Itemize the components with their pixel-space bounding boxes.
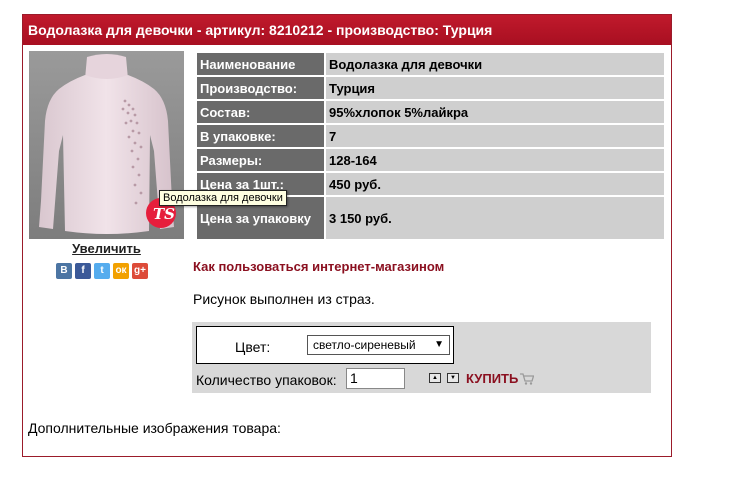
buy-button[interactable]: КУПИТЬ <box>466 371 535 386</box>
social-share-bar: B f t ок g+ <box>56 263 148 279</box>
facebook-icon[interactable]: f <box>75 263 91 279</box>
twitter-icon[interactable]: t <box>94 263 110 279</box>
cart-icon <box>520 372 535 385</box>
product-image[interactable]: TS <box>29 51 184 239</box>
color-select[interactable]: светло-сиреневый ▼ <box>307 335 450 355</box>
spec-row: Производство: Турция <box>197 77 664 99</box>
spec-value: 95%хлопок 5%лайкра <box>326 101 664 123</box>
spec-row: Размеры: 128-164 <box>197 149 664 171</box>
color-option-box: Цвет: светло-сиреневый ▼ <box>196 326 454 364</box>
spec-value: 450 руб. <box>326 173 664 195</box>
vkontakte-icon[interactable]: B <box>56 263 72 279</box>
product-panel: Водолазка для девочки - артикул: 8210212… <box>22 14 672 457</box>
spec-table: Наименование Водолазка для девочки Произ… <box>195 51 666 241</box>
spec-key: В упаковке: <box>197 125 324 147</box>
howto-link[interactable]: Как пользоваться интернет-магазином <box>193 259 444 274</box>
spec-value: 7 <box>326 125 664 147</box>
order-form: Цвет: светло-сиреневый ▼ Количество упак… <box>192 322 651 393</box>
spec-row: Состав: 95%хлопок 5%лайкра <box>197 101 664 123</box>
quantity-decrease-button[interactable]: ▼ <box>447 373 459 383</box>
quantity-increase-button[interactable]: ▲ <box>429 373 441 383</box>
enlarge-link[interactable]: Увеличить <box>29 241 184 256</box>
svg-text:TS: TS <box>153 205 175 223</box>
spec-value: 3 150 руб. <box>326 197 664 239</box>
spec-row: В упаковке: 7 <box>197 125 664 147</box>
image-tooltip: Водолазка для девочки <box>159 190 287 206</box>
spec-key: Производство: <box>197 77 324 99</box>
spec-value: Водолазка для девочки <box>326 53 664 75</box>
google-plus-icon[interactable]: g+ <box>132 263 148 279</box>
spec-key: Наименование <box>197 53 324 75</box>
spec-key: Состав: <box>197 101 324 123</box>
extra-images-label: Дополнительные изображения товара: <box>28 420 281 436</box>
product-title: Водолазка для девочки - артикул: 8210212… <box>23 15 671 45</box>
color-label: Цвет: <box>235 339 271 355</box>
buy-label: КУПИТЬ <box>466 371 519 386</box>
quantity-label: Количество упаковок: <box>196 372 337 388</box>
spec-value: 128-164 <box>326 149 664 171</box>
color-select-value: светло-сиреневый <box>313 338 416 352</box>
spec-value: Турция <box>326 77 664 99</box>
product-description: Рисунок выполнен из страз. <box>193 291 375 307</box>
chevron-down-icon: ▼ <box>434 339 444 350</box>
quantity-input[interactable]: 1 <box>346 368 405 389</box>
spec-key: Размеры: <box>197 149 324 171</box>
odnoklassniki-icon[interactable]: ок <box>113 263 129 279</box>
spec-row: Наименование Водолазка для девочки <box>197 53 664 75</box>
